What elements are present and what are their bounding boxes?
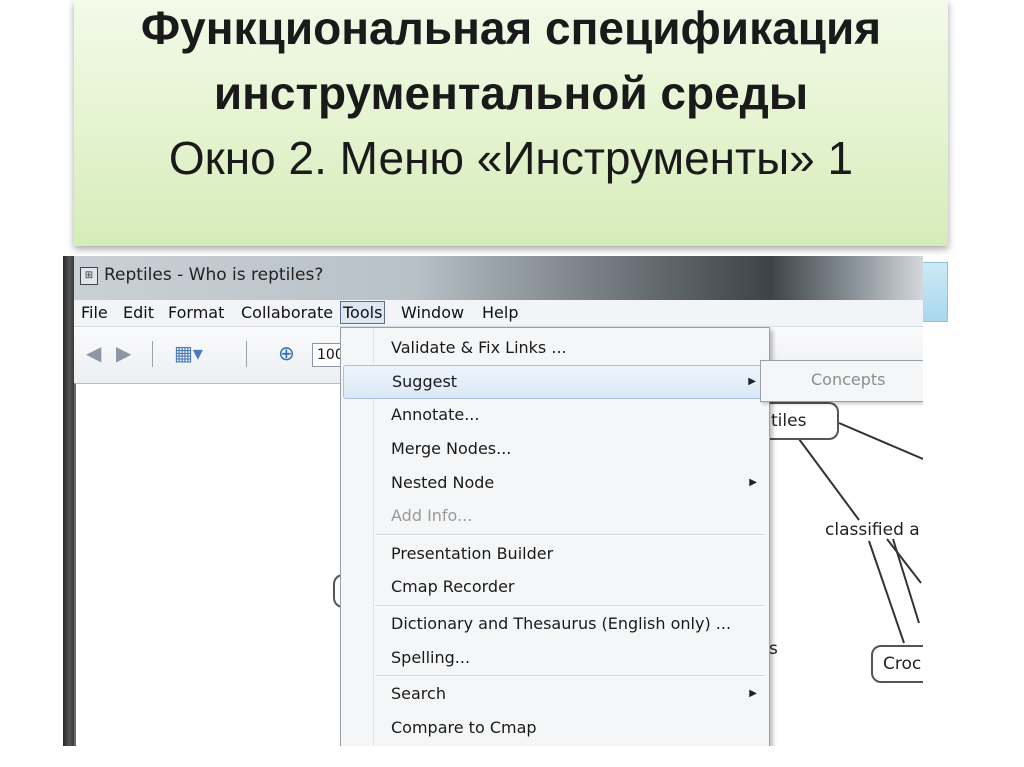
toolbar-separator [152, 341, 153, 367]
menu-item-suggest[interactable]: Suggest ▶ [343, 365, 767, 399]
menu-item-label: Presentation Builder [391, 544, 554, 563]
map-canvas-right[interactable]: tiles classified a Croc s [769, 383, 923, 746]
menu-collaborate[interactable]: Collaborate [239, 303, 335, 322]
menu-item-label: Add Info... [391, 506, 473, 525]
menu-item-label: Spelling... [391, 648, 471, 667]
view-icon[interactable]: ▦▾ [174, 341, 203, 365]
menubar: File Edit Format Collaborate Tools Windo… [74, 300, 923, 327]
map-text-fragment: s [769, 639, 778, 659]
slide-subtitle: Окно 2. Меню «Инструменты» 1 [168, 132, 854, 184]
menu-item-dictionary-thesaurus[interactable]: Dictionary and Thesaurus (English only) … [343, 608, 767, 640]
submenu-item-concepts: Concepts [811, 370, 886, 389]
map-canvas[interactable] [74, 383, 342, 746]
slide-title-line-1: Функциональная спецификация [140, 2, 882, 54]
slide-title-box: Функциональная спецификация инструментал… [74, 0, 948, 246]
menu-item-label: Search [391, 684, 446, 703]
suggest-submenu: Concepts [760, 360, 923, 402]
menu-file[interactable]: File [79, 303, 110, 322]
submenu-arrow-icon: ▶ [749, 477, 757, 488]
menu-item-nested-node[interactable]: Nested Node ▶ [343, 467, 767, 499]
menu-item-label: Nested Node [391, 473, 495, 492]
menu-item-label: Cmap Recorder [391, 577, 515, 596]
menu-item-merge-nodes[interactable]: Merge Nodes... [343, 433, 767, 465]
zoom-icon[interactable]: ⊕ [278, 341, 295, 365]
back-arrow-icon[interactable]: ◀ [86, 341, 101, 365]
menu-separator [375, 534, 765, 536]
slide-title-line-2: инструментальной среды [213, 67, 809, 119]
app-icon: ⊞ [80, 267, 98, 285]
menu-item-spelling[interactable]: Spelling... [343, 642, 767, 674]
menu-item-label: Merge Nodes... [391, 439, 512, 458]
menu-item-validate-fix-links[interactable]: Validate & Fix Links ... [343, 332, 767, 364]
menu-separator [375, 675, 765, 677]
menu-item-add-info: Add Info... [343, 500, 767, 532]
menu-item-compare-to-cmap[interactable]: Compare to Cmap [343, 712, 767, 744]
window-titlebar[interactable]: ⊞ Reptiles - Who is reptiles? [74, 256, 923, 300]
menu-edit[interactable]: Edit [121, 303, 156, 322]
tools-dropdown-menu: Validate & Fix Links ... Suggest ▶ Annot… [340, 327, 770, 746]
menu-item-label: Dictionary and Thesaurus (English only) … [391, 614, 732, 633]
concept-node-crocodiles[interactable]: Croc [871, 645, 923, 683]
menu-item-label: Annotate... [391, 405, 480, 424]
app-window: ⊞ Reptiles - Who is reptiles? File Edit … [63, 256, 923, 746]
menu-format[interactable]: Format [166, 303, 226, 322]
window-frame-left [63, 256, 74, 746]
toolbar-separator [246, 341, 247, 367]
concept-node-reptiles[interactable]: tiles [769, 402, 839, 440]
submenu-arrow-icon: ▶ [749, 688, 757, 699]
menu-help[interactable]: Help [480, 303, 520, 322]
menu-tools[interactable]: Tools [340, 301, 386, 324]
menu-item-label: Suggest [392, 372, 458, 391]
linking-phrase[interactable]: classified a [825, 520, 920, 540]
menu-item-search[interactable]: Search ▶ [343, 678, 767, 710]
menu-item-label: Compare to Cmap [391, 718, 537, 737]
window-title: Reptiles - Who is reptiles? [104, 265, 324, 285]
menu-separator [375, 605, 765, 607]
menu-item-label: Validate & Fix Links ... [391, 338, 567, 357]
submenu-arrow-icon: ▶ [748, 376, 756, 387]
menu-item-presentation-builder[interactable]: Presentation Builder [343, 538, 767, 570]
forward-arrow-icon[interactable]: ▶ [116, 341, 131, 365]
menu-item-annotate[interactable]: Annotate... [343, 399, 767, 431]
menu-window[interactable]: Window [399, 303, 466, 322]
menu-item-cmap-recorder[interactable]: Cmap Recorder [343, 571, 767, 603]
